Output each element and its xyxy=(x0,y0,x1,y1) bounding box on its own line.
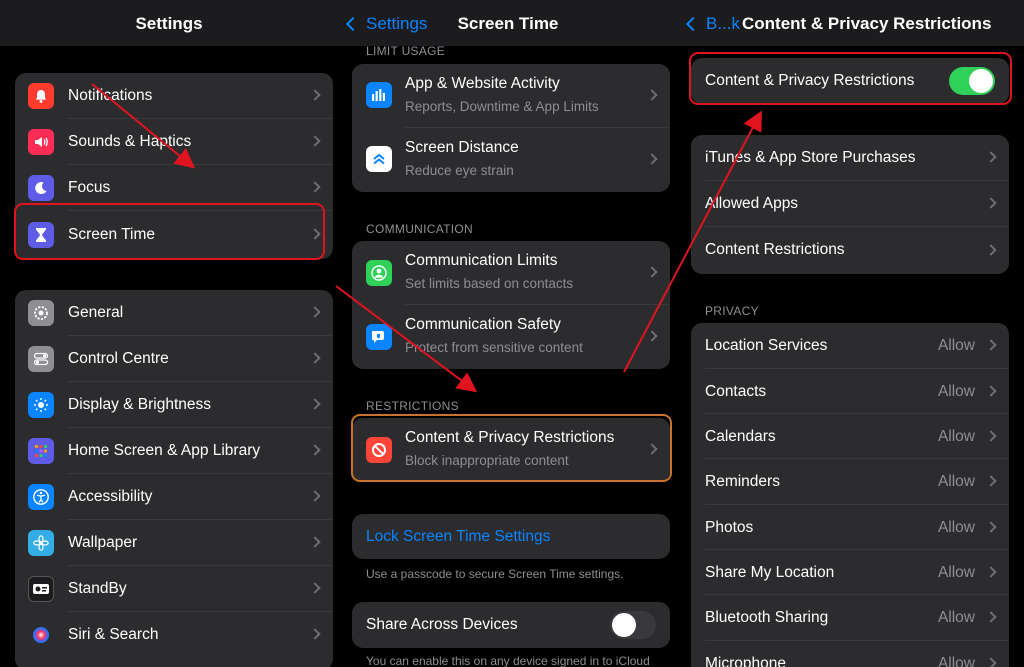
arrow-to-restrictions xyxy=(335,285,478,393)
annotation-arrows xyxy=(91,83,762,393)
arrow-to-toggle xyxy=(623,110,762,373)
arrow-to-screen-time xyxy=(91,83,196,169)
